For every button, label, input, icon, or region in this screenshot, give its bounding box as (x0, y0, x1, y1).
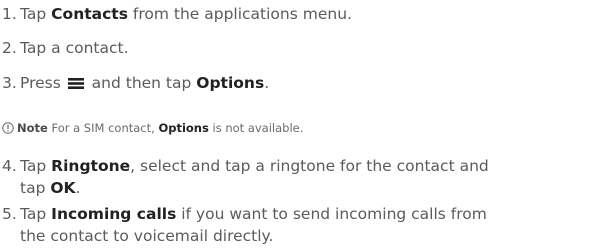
step-text-line: Tap Incoming calls if you want to send i… (20, 202, 487, 226)
step-number: 2. (2, 39, 17, 57)
step-number: 5. (2, 205, 17, 223)
step-text-part: the contact to voicemail directly. (20, 227, 274, 245)
ui-term-incoming-calls: Incoming calls (51, 205, 177, 223)
note-label: Note (17, 121, 48, 135)
step-number: 3. (2, 74, 17, 92)
step-text-part: . (264, 74, 270, 92)
ui-term-contacts: Contacts (51, 5, 128, 23)
step-text: Tap Contacts from the applications menu. (20, 2, 352, 26)
step-text: Press and then tap Options. (20, 71, 269, 95)
step-text-part: Tap (20, 5, 52, 23)
instruction-document: 1. Tap Contacts from the applications me… (0, 0, 612, 248)
step-text: Tap a contact. (20, 36, 129, 60)
ui-term-ringtone: Ringtone (51, 157, 131, 175)
step-text-line: tap OK. (20, 176, 80, 200)
step-text-part: tap (20, 179, 51, 197)
step-text-part: Press (20, 74, 66, 92)
step-text-part: Tap a contact. (20, 39, 129, 57)
step-text-part: , select and tap a ringtone for the cont… (130, 157, 489, 175)
step-number: 4. (2, 157, 17, 175)
step-text-part: . (75, 179, 81, 197)
ui-term-options: Options (158, 121, 209, 135)
note-text: For a SIM contact, (47, 121, 159, 135)
step-number: 1. (2, 5, 17, 23)
step-text-line: the contact to voicemail directly. (20, 224, 273, 248)
step-text-part: and then tap (86, 74, 197, 92)
menu-icon (67, 78, 84, 89)
step-text-part: Tap (20, 205, 52, 223)
note-icon (2, 122, 14, 134)
step-text-line: Tap Ringtone, select and tap a ringtone … (20, 154, 489, 178)
note-text: is not available. (208, 121, 304, 135)
ui-term-ok: OK (50, 179, 76, 197)
ui-term-options: Options (196, 74, 265, 92)
step-text-part: from the applications menu. (127, 5, 352, 23)
note: Note For a SIM contact, Options is not a… (0, 120, 303, 136)
step-text-part: Tap (20, 157, 52, 175)
step-text-part: if you want to send incoming calls from (176, 205, 487, 223)
